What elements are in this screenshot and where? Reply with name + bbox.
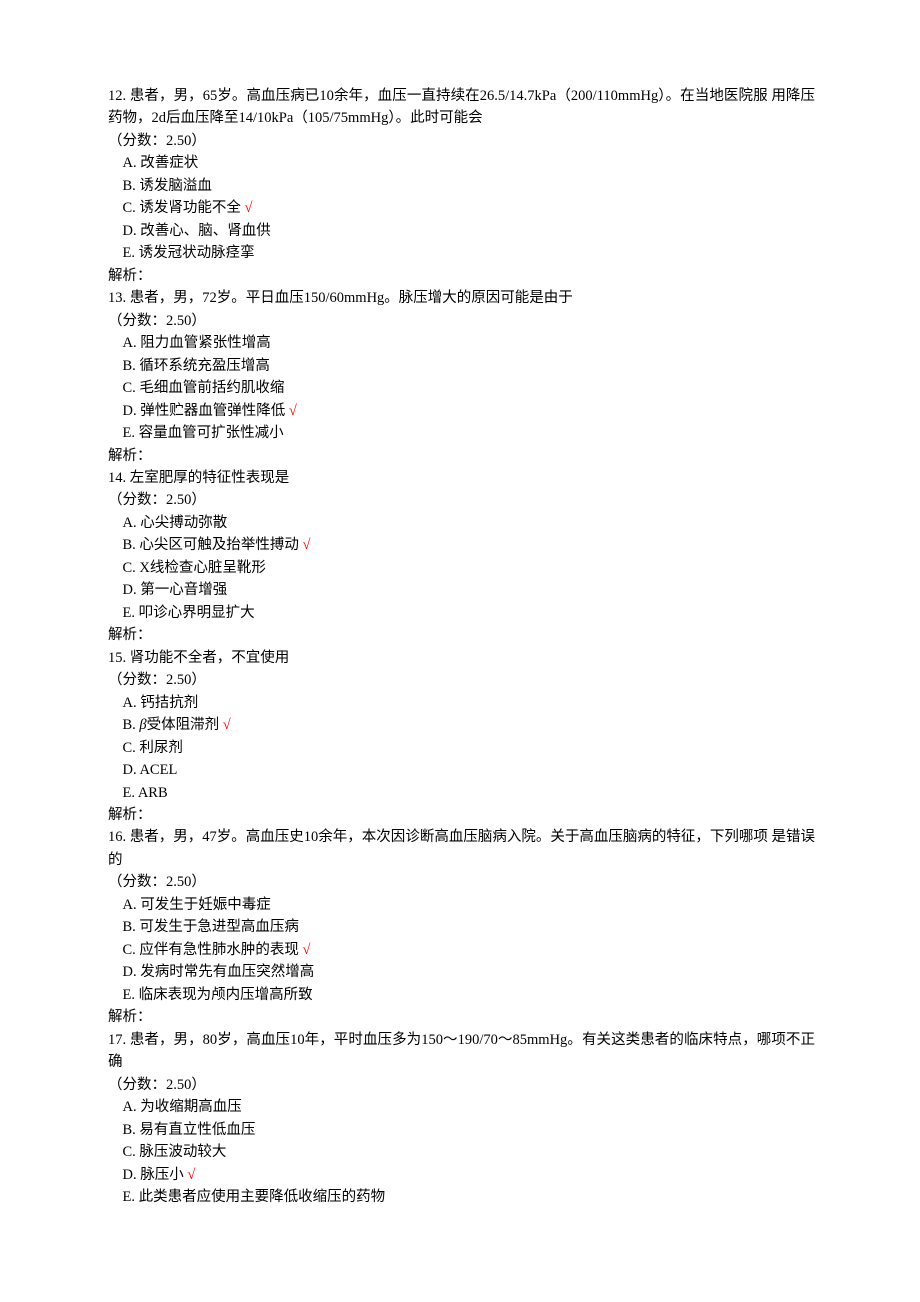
option-a: A. 为收缩期高血压 xyxy=(108,1096,815,1118)
option-e: E. 此类患者应使用主要降低收缩压的药物 xyxy=(108,1186,815,1208)
question-score: （分数：2.50） xyxy=(108,871,815,893)
question-score: （分数：2.50） xyxy=(108,310,815,332)
option-e: E. 容量血管可扩张性减小 xyxy=(108,422,815,444)
question-stem: 13. 患者，男，72岁。平日血压150/60mmHg。脉压增大的原因可能是由于 xyxy=(108,287,815,309)
question-score: （分数：2.50） xyxy=(108,669,815,691)
analysis-label: 解析： xyxy=(108,265,815,287)
question-score: （分数：2.50） xyxy=(108,1074,815,1096)
option-e: E. 临床表现为颅内压增高所致 xyxy=(108,984,815,1006)
option-c: C. 毛细血管前括约肌收缩 xyxy=(108,377,815,399)
option-a: A. 可发生于妊娠中毒症 xyxy=(108,894,815,916)
check-icon: √ xyxy=(187,1167,195,1183)
option-d: D. 改善心、脑、肾血供 xyxy=(108,220,815,242)
option-c: C. 诱发肾功能不全 √ xyxy=(108,197,815,219)
option-b: B. 诱发脑溢血 xyxy=(108,175,815,197)
analysis-label: 解析： xyxy=(108,445,815,467)
option-c: C. X线检查心脏呈靴形 xyxy=(108,557,815,579)
analysis-label: 解析： xyxy=(108,804,815,826)
option-b: B. 循环系统充盈压增高 xyxy=(108,355,815,377)
analysis-label: 解析： xyxy=(108,1006,815,1028)
option-a: A. 心尖搏动弥散 xyxy=(108,512,815,534)
option-b: B. 易有直立性低血压 xyxy=(108,1119,815,1141)
option-d: D. 弹性贮器血管弹性降低 √ xyxy=(108,400,815,422)
question-stem: 17. 患者，男，80岁，高血压10年，平时血压多为150～190/70～85m… xyxy=(108,1029,815,1074)
option-a: A. 阻力血管紧张性增高 xyxy=(108,332,815,354)
option-e: E. 诱发冠状动脉痉挛 xyxy=(108,242,815,264)
question-stem: 15. 肾功能不全者，不宜使用 xyxy=(108,647,815,669)
question-stem: 12. 患者，男，65岁。高血压病已10余年，血压一直持续在26.5/14.7k… xyxy=(108,85,815,130)
check-icon: √ xyxy=(289,403,297,419)
check-icon: √ xyxy=(245,200,253,216)
option-e: E. 叩诊心界明显扩大 xyxy=(108,602,815,624)
check-icon: √ xyxy=(223,717,231,733)
option-b: B. 可发生于急进型高血压病 xyxy=(108,916,815,938)
question-score: （分数：2.50） xyxy=(108,489,815,511)
question-score: （分数：2.50） xyxy=(108,130,815,152)
option-d: D. ACEL xyxy=(108,759,815,781)
option-a: A. 钙拮抗剂 xyxy=(108,692,815,714)
option-b: B. 心尖区可触及抬举性搏动 √ xyxy=(108,534,815,556)
option-b: B. β受体阻滞剂 √ xyxy=(108,714,815,736)
option-c: C. 脉压波动较大 xyxy=(108,1141,815,1163)
option-e: E. ARB xyxy=(108,782,815,804)
option-d: D. 发病时常先有血压突然增高 xyxy=(108,961,815,983)
option-a: A. 改善症状 xyxy=(108,152,815,174)
option-c: C. 利尿剂 xyxy=(108,737,815,759)
option-d: D. 脉压小 √ xyxy=(108,1164,815,1186)
check-icon: √ xyxy=(303,942,311,958)
option-c: C. 应伴有急性肺水肿的表现 √ xyxy=(108,939,815,961)
check-icon: √ xyxy=(303,537,311,553)
option-d: D. 第一心音增强 xyxy=(108,579,815,601)
analysis-label: 解析： xyxy=(108,624,815,646)
question-stem: 14. 左室肥厚的特征性表现是 xyxy=(108,467,815,489)
question-stem: 16. 患者，男，47岁。高血压史10余年，本次因诊断高血压脑病入院。关于高血压… xyxy=(108,826,815,871)
